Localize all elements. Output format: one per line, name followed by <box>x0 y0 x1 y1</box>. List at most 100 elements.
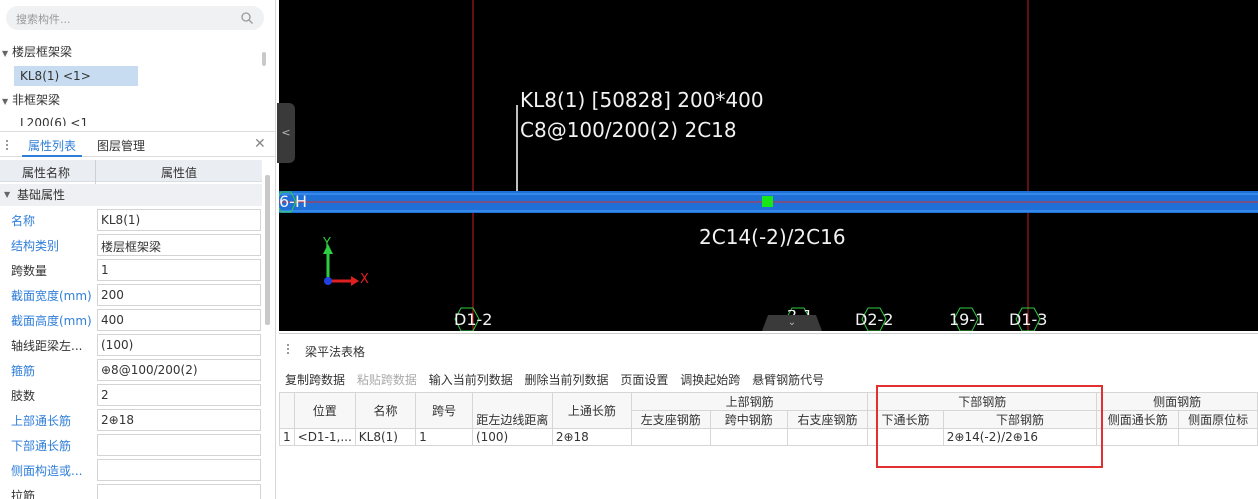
property-value-field[interactable] <box>97 459 261 481</box>
delete-column-data-button[interactable]: 删除当前列数据 <box>525 373 609 387</box>
property-value-field[interactable] <box>97 484 261 499</box>
row-number: 1 <box>279 428 295 446</box>
chevron-down-icon: ⌄ <box>787 317 797 328</box>
drag-grip-icon[interactable] <box>287 343 293 356</box>
property-row[interactable]: 截面宽度(mm) 200 <box>0 283 262 308</box>
property-row[interactable]: 拉筋 <box>0 483 262 499</box>
axis-label-6h: 6-H <box>279 192 307 211</box>
prop-name-header: 属性名称 <box>22 166 71 180</box>
tree-item-l200[interactable]: L200(6) <1 <box>20 112 88 126</box>
cell-left-support[interactable] <box>630 428 711 446</box>
property-row[interactable]: 结构类别 楼层框架梁 <box>0 233 262 258</box>
grid-label-d1-3: D1-3 <box>1009 310 1048 329</box>
property-name: 箍筋 <box>11 364 36 378</box>
cell-mid-span[interactable] <box>709 428 788 446</box>
property-name: 侧面构造或... <box>11 464 83 478</box>
collapse-bottom-panel-button[interactable]: ⌄ <box>762 315 822 331</box>
search-box[interactable]: 搜索构件... <box>6 6 264 30</box>
beam-label-line1[interactable]: KL8(1) [50828] 200*400 <box>520 88 764 112</box>
cell-side-original[interactable] <box>1178 428 1258 446</box>
col-side-through[interactable]: 侧面通长筋 <box>1096 410 1180 429</box>
col-mid-span[interactable]: 跨中钢筋 <box>709 410 788 429</box>
panel-title: 梁平法表格 <box>305 345 366 359</box>
swap-start-span-button[interactable]: 调换起始跨 <box>680 373 740 387</box>
grid-label-d1-2: D1-2 <box>454 310 493 329</box>
copy-span-data-button[interactable]: 复制跨数据 <box>285 373 345 387</box>
col-left-support[interactable]: 左支座钢筋 <box>630 410 711 429</box>
property-row[interactable]: 侧面构造或... <box>0 458 262 483</box>
beam-label-line2[interactable]: C8@100/200(2) 2C18 <box>520 118 737 142</box>
page-setup-button[interactable]: 页面设置 <box>620 373 668 387</box>
panel-tabbar: 属性列表 图层管理 ✕ <box>0 131 275 157</box>
cell-span[interactable]: 1 <box>415 428 473 446</box>
property-row[interactable]: 下部通长筋 <box>0 433 262 458</box>
paste-span-data-button[interactable]: 粘贴跨数据 <box>357 373 417 387</box>
property-row[interactable]: 轴线距梁左... (100) <box>0 333 262 358</box>
input-column-data-button[interactable]: 输入当前列数据 <box>429 373 513 387</box>
property-row[interactable]: 跨数量 1 <box>0 258 262 283</box>
tab-property-list[interactable]: 属性列表 <box>28 137 76 154</box>
col-top-through[interactable]: 上通长筋 <box>551 392 632 429</box>
col-name[interactable]: 名称 <box>354 392 417 429</box>
property-value-field[interactable]: 400 <box>97 309 261 331</box>
property-value-field[interactable]: 1 <box>97 259 261 281</box>
property-row[interactable]: 名称 KL8(1) <box>0 208 262 233</box>
property-value-field[interactable]: 200 <box>97 284 261 306</box>
collapse-triangle-icon[interactable]: ▼ <box>4 184 10 206</box>
property-value-field[interactable]: 2⊕18 <box>97 409 261 431</box>
beam-bottom-rebar-label[interactable]: 2C14(-2)/2C16 <box>699 225 846 249</box>
property-row[interactable]: 上部通长筋 2⊕18 <box>0 408 262 433</box>
table-row[interactable]: 1 <D1-1,... KL8(1) 1 (100) 2⊕18 2⊕14(-2)… <box>279 428 1258 446</box>
tab-layer-management[interactable]: 图层管理 <box>97 137 145 154</box>
tree-group-frame-beam[interactable]: ▼ 楼层框架梁 <box>2 41 72 63</box>
col-position[interactable]: 位置 <box>293 392 356 429</box>
highlight-annotation-box <box>876 385 1103 468</box>
property-name: 截面高度(mm) <box>11 314 92 328</box>
beam-data-table: 位置 名称 跨号 距左边线距离 上通长筋 上部钢筋 下部钢筋 侧面钢筋 左支座钢… <box>279 392 1258 446</box>
grid-label-d2-2: D2-2 <box>855 310 894 329</box>
col-group-top-rebar[interactable]: 上部钢筋 <box>630 392 869 411</box>
cell-name[interactable]: KL8(1) <box>354 428 417 446</box>
cell-side-through[interactable] <box>1096 428 1180 446</box>
property-scrollbar[interactable] <box>265 175 270 325</box>
property-row[interactable]: 箍筋 ⊕8@100/200(2) <box>0 358 262 383</box>
property-value-field[interactable]: 楼层框架梁 <box>97 234 261 256</box>
cell-axis-distance[interactable]: (100) <box>471 428 553 446</box>
tree-item-kl8[interactable]: KL8(1) <1> <box>20 65 91 87</box>
table-toolbar: 复制跨数据 粘贴跨数据 输入当前列数据 删除当前列数据 页面设置 调换起始跨 悬… <box>285 371 832 388</box>
property-value-field[interactable]: ⊕8@100/200(2) <box>97 359 261 381</box>
property-name: 上部通长筋 <box>11 414 72 428</box>
drawing-canvas[interactable]: KL8(1) [50828] 200*400 C8@100/200(2) 2C1… <box>279 0 1258 331</box>
cell-right-support[interactable] <box>786 428 869 446</box>
property-row[interactable]: 截面高度(mm) 400 <box>0 308 262 333</box>
property-value-field[interactable]: (100) <box>97 334 261 356</box>
table-header-row-1: 位置 名称 跨号 距左边线距离 上通长筋 上部钢筋 下部钢筋 侧面钢筋 <box>279 392 1258 429</box>
property-value-field[interactable] <box>97 434 261 456</box>
axis-x-label: X <box>360 272 369 287</box>
expand-triangle-icon[interactable]: ▼ <box>2 43 12 65</box>
drag-grip-icon[interactable] <box>6 139 12 152</box>
active-tab-indicator <box>22 155 82 157</box>
property-table-header: 属性名称 属性值 <box>0 160 262 182</box>
col-span[interactable]: 跨号 <box>415 392 473 429</box>
cell-position[interactable]: <D1-1,... <box>293 428 356 446</box>
col-side-original[interactable]: 侧面原位标 <box>1178 410 1258 429</box>
close-icon[interactable]: ✕ <box>254 136 266 152</box>
collapse-left-panel-button[interactable]: < <box>277 103 295 163</box>
col-right-support[interactable]: 右支座钢筋 <box>786 410 869 429</box>
tree-group-nonframe-beam[interactable]: ▼ 非框架梁 <box>2 89 60 111</box>
cantilever-rebar-code-button[interactable]: 悬臂钢筋代号 <box>752 373 824 387</box>
search-icon[interactable] <box>240 11 254 25</box>
property-row[interactable]: 肢数 2 <box>0 383 262 408</box>
property-section-basic[interactable]: ▼ 基础属性 <box>0 184 262 206</box>
tree-scrollbar[interactable] <box>262 52 266 66</box>
cell-top-through[interactable]: 2⊕18 <box>551 428 632 446</box>
search-input[interactable]: 搜索构件... <box>16 11 71 27</box>
col-group-side-rebar[interactable]: 侧面钢筋 <box>1096 392 1258 411</box>
expand-triangle-icon[interactable]: ▼ <box>2 91 12 113</box>
property-value-field[interactable]: 2 <box>97 384 261 406</box>
property-value-field[interactable]: KL8(1) <box>97 209 261 231</box>
grid-label-19-1: 19-1 <box>949 310 986 329</box>
property-name: 跨数量 <box>11 264 48 278</box>
col-axis-distance[interactable]: 距左边线距离 <box>471 392 553 429</box>
